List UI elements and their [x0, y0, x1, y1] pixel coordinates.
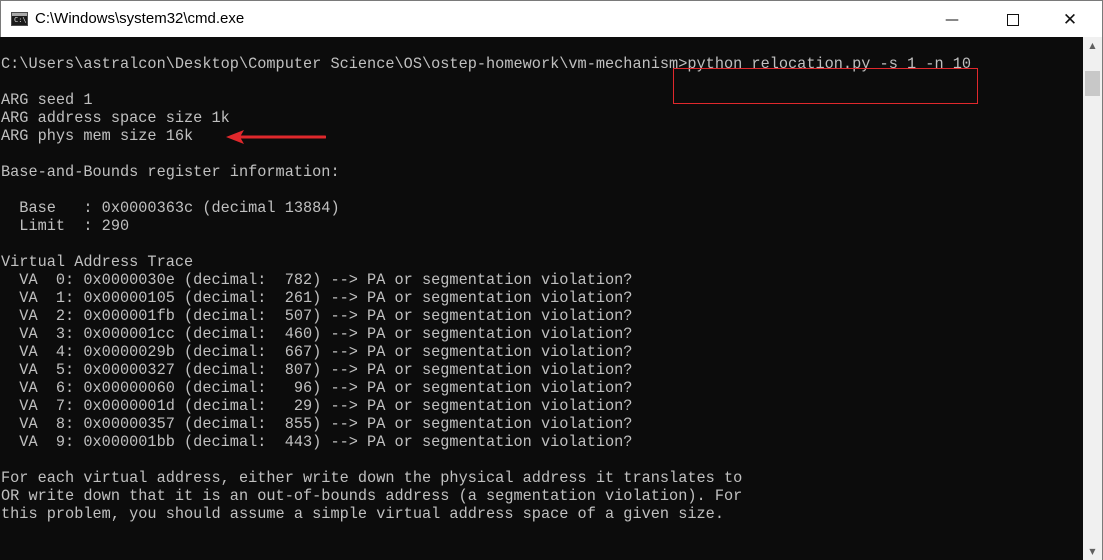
maximize-icon: [1007, 13, 1019, 26]
terminal-line: For each virtual address, either write d…: [1, 469, 743, 487]
close-button[interactable]: ✕: [1047, 1, 1093, 38]
terminal-line: Base : 0x0000363c (decimal 13884): [1, 199, 340, 217]
terminal-line: ARG phys mem size 16k: [1, 127, 194, 145]
scroll-up-icon[interactable]: ▲: [1083, 37, 1102, 54]
terminal-line: this problem, you should assume a simple…: [1, 505, 724, 523]
terminal-line: VA 8: 0x00000357 (decimal: 855) --> PA o…: [1, 415, 633, 433]
scrollbar-thumb[interactable]: [1085, 71, 1100, 96]
scroll-down-icon[interactable]: ▼: [1083, 543, 1102, 560]
vertical-scrollbar[interactable]: ▲ ▼: [1083, 37, 1102, 560]
minimize-icon: —: [945, 11, 959, 28]
terminal-line: ARG address space size 1k: [1, 109, 230, 127]
terminal-line: Base-and-Bounds register information:: [1, 163, 340, 181]
terminal-line: VA 6: 0x00000060 (decimal: 96) --> PA or…: [1, 379, 633, 397]
terminal-line: Limit : 290: [1, 217, 130, 235]
terminal-line: VA 7: 0x0000001d (decimal: 29) --> PA or…: [1, 397, 633, 415]
terminal-line: VA 1: 0x00000105 (decimal: 261) --> PA o…: [1, 289, 633, 307]
cmd-app-icon[interactable]: C:\: [11, 12, 28, 26]
terminal-line: VA 9: 0x000001bb (decimal: 443) --> PA o…: [1, 433, 633, 451]
terminal-line: Virtual Address Trace: [1, 253, 194, 271]
left-arrow-icon: [226, 130, 326, 144]
terminal-line: VA 5: 0x00000327 (decimal: 807) --> PA o…: [1, 361, 633, 379]
terminal-line: VA 4: 0x0000029b (decimal: 667) --> PA o…: [1, 343, 633, 361]
maximize-button[interactable]: [990, 1, 1036, 38]
minimize-button[interactable]: —: [929, 1, 975, 38]
terminal-line: VA 3: 0x000001cc (decimal: 460) --> PA o…: [1, 325, 633, 343]
command-highlight-box: [673, 68, 978, 104]
terminal-line: VA 2: 0x000001fb (decimal: 507) --> PA o…: [1, 307, 633, 325]
window-title: C:\Windows\system32\cmd.exe: [35, 10, 245, 27]
terminal-output[interactable]: C:\Users\astralcon\Desktop\Computer Scie…: [1, 37, 971, 523]
terminal-line: VA 0: 0x0000030e (decimal: 782) --> PA o…: [1, 271, 633, 289]
title-bar[interactable]: C:\ C:\Windows\system32\cmd.exe — ✕: [1, 1, 1102, 38]
terminal-line: OR write down that it is an out-of-bound…: [1, 487, 743, 505]
close-icon: ✕: [1062, 9, 1078, 30]
